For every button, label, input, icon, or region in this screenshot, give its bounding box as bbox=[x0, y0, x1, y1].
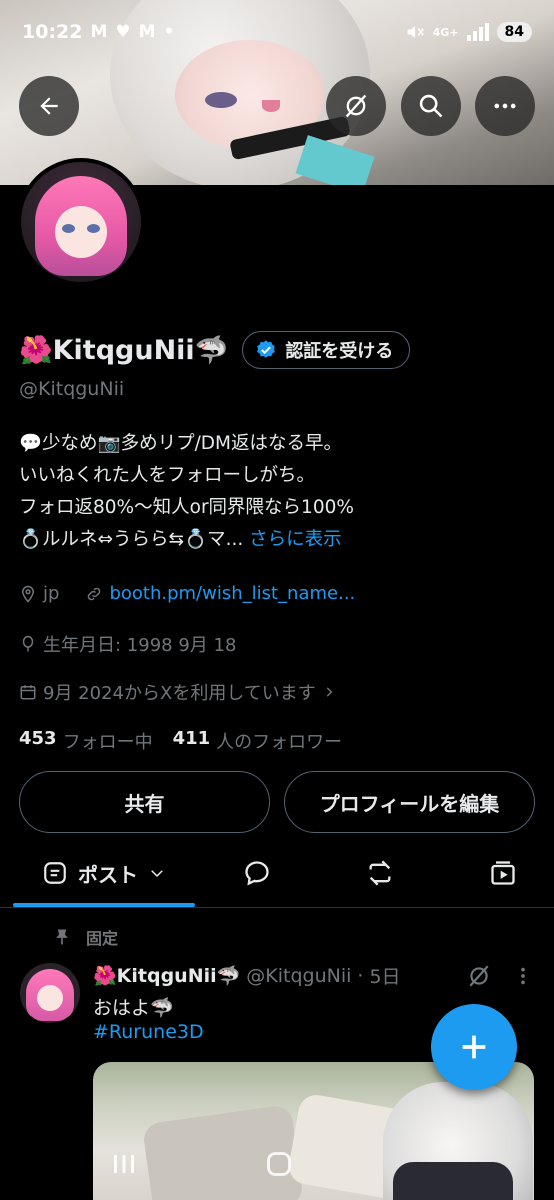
joined-row[interactable]: 9月 2024からXを利用しています bbox=[19, 679, 336, 705]
following-label[interactable]: フォロー中 bbox=[63, 728, 153, 754]
more-button[interactable] bbox=[475, 76, 535, 136]
website-link[interactable]: booth.pm/wish_list_name... bbox=[109, 583, 355, 604]
post-time: 5日 bbox=[369, 966, 401, 988]
profile-avatar[interactable] bbox=[17, 158, 145, 286]
followers-count[interactable]: 411 bbox=[173, 728, 211, 754]
post-author-name[interactable]: 🌺KitqguNii🦈 bbox=[93, 964, 240, 987]
reply-bubble-icon bbox=[245, 861, 269, 886]
status-bar: 10:22 M ♥ M • 4G+ 84 bbox=[0, 0, 554, 64]
post-grok-button[interactable] bbox=[466, 963, 492, 993]
display-name: 🌺KitqguNii🦈 bbox=[19, 335, 229, 366]
plus-icon bbox=[462, 1035, 486, 1059]
home-icon[interactable] bbox=[265, 1150, 293, 1178]
battery-indicator: 84 bbox=[496, 22, 532, 42]
posts-icon bbox=[44, 862, 66, 884]
grok-button[interactable] bbox=[326, 76, 386, 136]
post-author-handle[interactable]: @KitqguNii bbox=[246, 965, 351, 987]
pinned-indicator: 固定 bbox=[52, 925, 118, 949]
more-notifications-dot: • bbox=[163, 22, 175, 42]
profile-tabs: ポスト bbox=[0, 838, 554, 908]
more-vertical-icon bbox=[521, 967, 525, 985]
get-verified-label: 認証を受ける bbox=[285, 341, 394, 362]
active-tab-indicator bbox=[13, 903, 195, 907]
birthday-text: 生年月日: 1998 9月 18 bbox=[43, 635, 237, 656]
bio-line-last: 💍ルルネ⇔うらら⇆💍マ... さらに表示 bbox=[19, 529, 342, 550]
post-header: 🌺KitqguNii🦈 @KitqguNii · 5日 bbox=[93, 962, 401, 989]
media-icon bbox=[491, 861, 515, 885]
chevron-down-icon bbox=[151, 870, 163, 878]
get-verified-button[interactable]: 認証を受ける bbox=[242, 331, 411, 369]
system-nav-bar bbox=[0, 1140, 554, 1200]
chevron-right-icon bbox=[326, 687, 333, 697]
tab-reposts[interactable] bbox=[340, 838, 420, 908]
tab-replies[interactable] bbox=[217, 838, 297, 908]
verified-badge-icon bbox=[257, 340, 276, 358]
status-time: 10:22 bbox=[22, 21, 83, 43]
gmail-notification-icon: M bbox=[138, 22, 156, 42]
profile-bio: 💬少なめ📷多めリプ/DM返はなる早。 いいねくれた人をフォローしがち。 フォロ返… bbox=[19, 428, 539, 556]
back-button[interactable] bbox=[19, 76, 79, 136]
profile-handle: @KitqguNii bbox=[19, 378, 125, 400]
balloon-icon bbox=[22, 635, 34, 652]
link-icon bbox=[88, 587, 101, 600]
location-icon bbox=[21, 585, 35, 603]
banner-art-eye bbox=[205, 92, 237, 108]
show-more-link[interactable]: さらに表示 bbox=[249, 529, 342, 550]
name-row: 🌺KitqguNii🦈 認証を受ける bbox=[19, 331, 411, 369]
mute-icon bbox=[407, 26, 424, 38]
following-count[interactable]: 453 bbox=[19, 728, 57, 754]
recent-apps-icon[interactable] bbox=[111, 1152, 137, 1176]
compose-fab[interactable] bbox=[431, 1004, 517, 1090]
heart-notification-icon: ♥ bbox=[115, 22, 131, 42]
gmail-notification-icon: M bbox=[90, 22, 108, 42]
repost-icon bbox=[369, 860, 391, 886]
location-website-row: jp booth.pm/wish_list_name... bbox=[19, 583, 355, 604]
birthday-row: 生年月日: 1998 9月 18 bbox=[19, 631, 236, 657]
share-button[interactable]: 共有 bbox=[19, 771, 270, 833]
tab-posts[interactable]: ポスト bbox=[13, 838, 195, 908]
post-author-avatar[interactable] bbox=[20, 963, 80, 1023]
edit-profile-button[interactable]: プロフィールを編集 bbox=[284, 771, 535, 833]
tab-posts-label: ポスト bbox=[78, 862, 138, 887]
grok-icon bbox=[345, 94, 367, 118]
post-more-button[interactable] bbox=[512, 963, 534, 993]
tab-media[interactable] bbox=[463, 838, 543, 908]
status-left: 10:22 M ♥ M • bbox=[22, 21, 174, 43]
more-icon bbox=[494, 103, 516, 109]
status-right: 4G+ 84 bbox=[405, 22, 532, 42]
bio-line: いいねくれた人をフォローしがち。 bbox=[19, 465, 316, 486]
bio-line: 💬少なめ📷多めリプ/DM返はなる早。 bbox=[19, 433, 343, 454]
network-type: 4G+ bbox=[432, 25, 459, 39]
back-arrow-icon bbox=[40, 97, 58, 115]
follow-counts: 453 フォロー中 411 人のフォロワー bbox=[19, 728, 342, 754]
grok-icon bbox=[469, 965, 489, 987]
bio-line: フォロ返80%〜知人or同界隈なら100% bbox=[19, 497, 354, 518]
search-button[interactable] bbox=[401, 76, 461, 136]
calendar-icon bbox=[20, 685, 36, 700]
post-text: おはよ🦈 bbox=[93, 997, 174, 1019]
search-icon bbox=[419, 94, 443, 118]
banner-art-mouth bbox=[262, 100, 280, 112]
followers-label[interactable]: 人のフォロワー bbox=[216, 728, 342, 754]
pinned-label: 固定 bbox=[86, 929, 119, 948]
location-text: jp bbox=[43, 583, 60, 604]
signal-icon bbox=[466, 23, 489, 41]
post-hashtag[interactable]: #Rurune3D bbox=[93, 1021, 204, 1043]
pin-icon bbox=[56, 929, 68, 945]
joined-text: 9月 2024からXを利用しています bbox=[43, 683, 316, 704]
